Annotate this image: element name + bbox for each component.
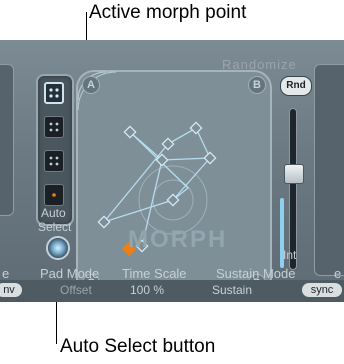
morph-panel: Auto Select Randomize A B MORPH Rnd Int … <box>0 40 344 302</box>
corner-a-label: A <box>82 76 100 94</box>
sustain-mode-value[interactable]: Sustain <box>212 283 252 297</box>
right-rail <box>314 64 344 276</box>
pad-mode-label: Pad Mode <box>40 266 100 281</box>
pad-mode-value[interactable]: Offset <box>60 283 92 297</box>
slider-thumb[interactable] <box>284 164 304 184</box>
corner-b-label: B <box>248 76 266 94</box>
time-scale-value[interactable]: 100 % <box>130 283 164 297</box>
morph-pad-graph <box>77 71 217 257</box>
int-label: Int <box>283 248 297 262</box>
value-bar <box>0 280 344 302</box>
four-dots-icon <box>49 122 59 132</box>
morph-pad[interactable]: A B C D <box>76 70 272 298</box>
callout-active-morph-point: Active morph point <box>89 2 247 23</box>
auto-select-button[interactable] <box>46 236 70 260</box>
sync-button[interactable]: sync <box>302 283 342 297</box>
pad-selector-button-3[interactable] <box>44 150 64 172</box>
pad-title: MORPH <box>128 226 228 253</box>
mode-right-partial: e <box>334 266 342 281</box>
auto-select-label-line2: Select <box>38 220 72 234</box>
mode-left-partial: e <box>2 266 10 281</box>
randomize-intensity-slider[interactable] <box>289 108 297 270</box>
auto-select-label-line1: Auto <box>41 206 66 220</box>
pad-selector-button-4[interactable] <box>44 184 64 206</box>
four-dots-icon <box>49 88 59 98</box>
left-rail <box>0 64 14 216</box>
pad-selector-button-2[interactable] <box>44 116 64 138</box>
left-partial-pill[interactable]: nv <box>0 283 22 297</box>
time-scale-label: Time Scale <box>122 266 187 281</box>
four-dots-icon <box>49 156 59 166</box>
pad-selector-column <box>36 74 74 226</box>
callout-auto-select-button: Auto Select button <box>60 336 216 357</box>
single-dot-icon <box>52 193 56 197</box>
sustain-mode-label: Sustain Mode <box>216 266 296 281</box>
randomize-button[interactable]: Rnd <box>280 76 312 96</box>
pad-selector-button-1[interactable] <box>44 82 64 104</box>
